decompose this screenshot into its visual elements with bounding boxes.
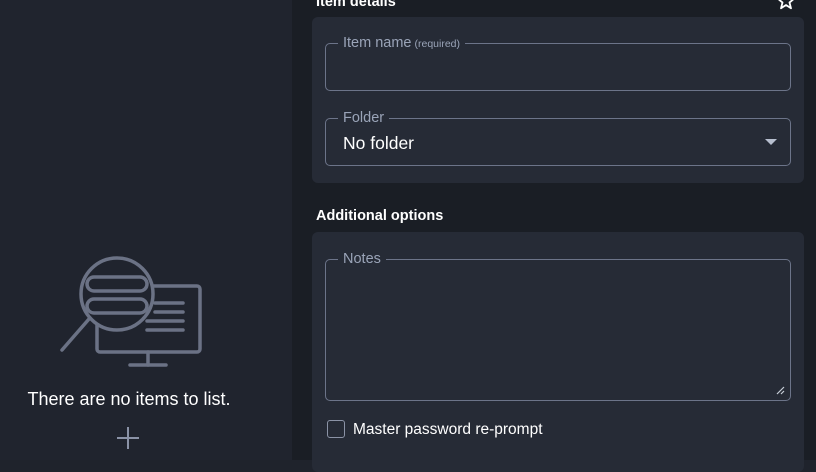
additional-options-card: Notes Master password re-prompt [312, 232, 804, 472]
reprompt-label[interactable]: Master password re-prompt [353, 421, 543, 439]
folder-label: Folder [338, 108, 390, 128]
item-name-field[interactable]: Item name (required) [325, 33, 791, 91]
item-details-card: Item name (required) Folder No folder [312, 17, 804, 183]
chevron-down-icon[interactable] [765, 139, 777, 145]
additional-options-heading: Additional options [316, 208, 444, 224]
item-name-label: Item name (required) [338, 33, 466, 54]
items-list-pane: There are no items to list. [0, 0, 292, 460]
search-no-results-illustration [60, 256, 202, 367]
folder-select[interactable]: Folder No folder [325, 108, 791, 166]
notes-label: Notes [338, 249, 386, 269]
item-details-heading: Item details [316, 0, 396, 10]
star-icon[interactable] [777, 0, 795, 10]
reprompt-checkbox[interactable] [327, 420, 345, 438]
empty-state-message: There are no items to list. [27, 389, 231, 409]
folder-value: No folder [343, 133, 415, 153]
notes-textarea[interactable]: Notes [325, 249, 791, 401]
plus-icon[interactable] [116, 426, 140, 450]
required-hint: (required) [414, 38, 461, 50]
resize-handle-icon[interactable] [776, 386, 785, 395]
